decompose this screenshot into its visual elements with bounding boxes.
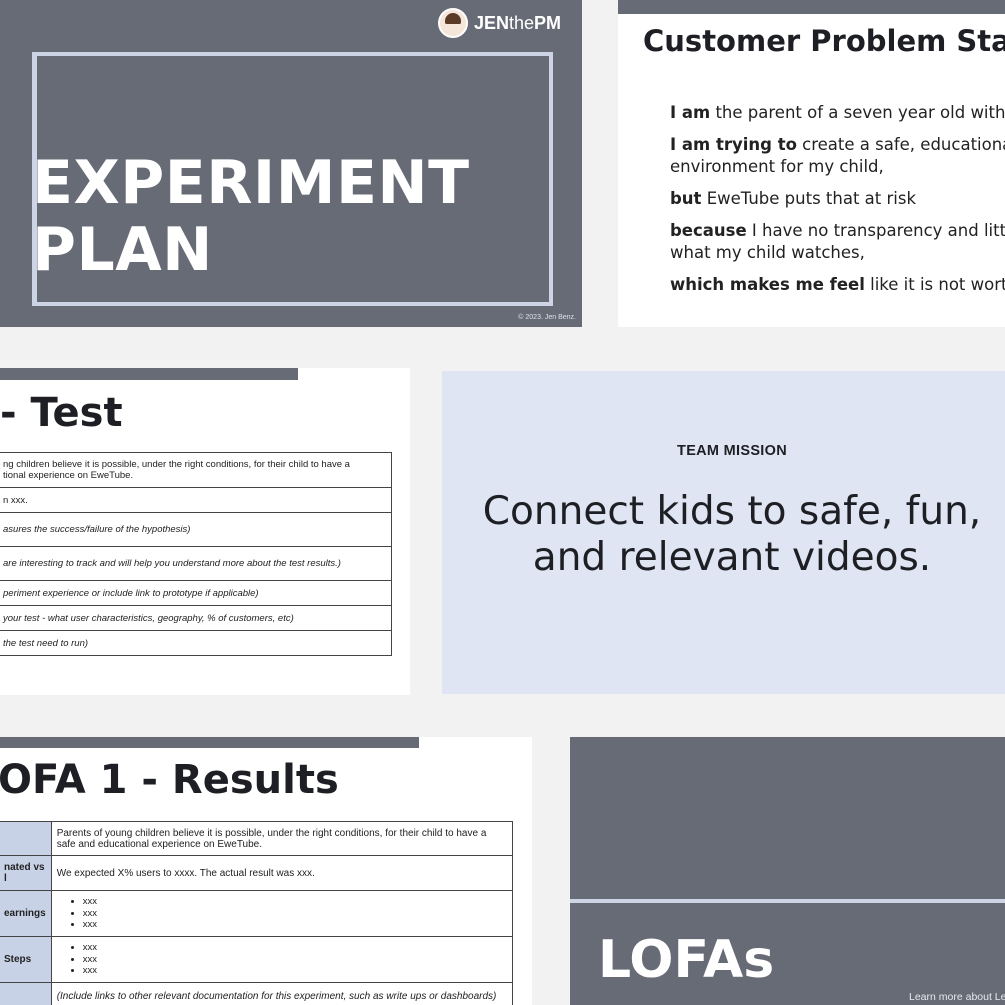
table-row: Parents of young children believe it is …: [0, 821, 514, 856]
logo-pm: PM: [534, 12, 562, 33]
team-mission-label: TEAM MISSION: [677, 443, 787, 459]
team-mission-slide[interactable]: TEAM MISSION Connect kids to safe, fun, …: [442, 371, 1005, 694]
statement-line: but EweTube puts that at risk: [670, 189, 917, 208]
table-row: ng children believe it is possible, unde…: [0, 452, 392, 488]
statement-line: because I have no transparency and littl…: [670, 221, 1005, 240]
results-table: Parents of young children believe it is …: [0, 821, 514, 1005]
statement-line: what my child watches,: [670, 243, 865, 262]
slide-header-bar: [0, 737, 419, 748]
logo-jen: JEN: [474, 12, 510, 33]
copyright-text: © 2023. Jen Benz.: [518, 314, 576, 321]
test-plan-slide[interactable]: - Test ng children believe it is possibl…: [0, 368, 410, 695]
title-line-1: EXPERIMENT: [32, 148, 470, 218]
table-row: are interesting to track and will help y…: [0, 546, 392, 581]
slide-title: OFA 1 - Results: [0, 757, 339, 803]
statement-line: I am the parent of a seven year old with…: [670, 103, 1005, 122]
divider-line: [570, 899, 1005, 903]
learn-more-link[interactable]: Learn more about Le: [909, 991, 1005, 1003]
table-row: nated vs l We expected X% users to xxxx.…: [0, 855, 514, 891]
customer-problem-statement-slide[interactable]: Customer Problem Statem I am the parent …: [618, 0, 1005, 327]
statement-line: which makes me feel like it is not worth…: [670, 275, 1005, 294]
logo-the: the: [509, 12, 535, 33]
slide-title: EXPERIMENT PLAN: [32, 150, 470, 284]
experiment-plan-slide[interactable]: JEN the PM EXPERIMENT PLAN © 2023. Jen Ben…: [0, 0, 582, 327]
jenthepm-logo: JEN the PM: [438, 8, 561, 38]
statement-line: environment for my child,: [670, 157, 884, 176]
bullet-list: xxxxxxxxx: [57, 896, 507, 931]
table-row: (Include links to other relevant documen…: [0, 982, 514, 1005]
table-row: your test - what user characteristics, g…: [0, 605, 392, 631]
avatar-icon: [438, 8, 468, 38]
slide-title: - Test: [0, 390, 123, 436]
test-plan-table: ng children believe it is possible, unde…: [0, 452, 392, 656]
table-row: asures the success/failure of the hypoth…: [0, 512, 392, 547]
mission-statement: Connect kids to safe, fun, and relevant …: [482, 489, 982, 580]
table-row: Steps xxxxxxxxx: [0, 936, 514, 983]
lofa-results-slide[interactable]: OFA 1 - Results Parents of young childre…: [0, 737, 532, 1005]
slide-header-bar: [618, 0, 1005, 14]
slide-title: LOFAs: [598, 930, 775, 990]
slide-title: Customer Problem Statem: [643, 24, 1005, 58]
statement-line: I am trying to create a safe, educationa…: [670, 135, 1005, 154]
bullet-list: xxxxxxxxx: [57, 942, 507, 977]
table-row: periment experience or include link to p…: [0, 580, 392, 606]
lofas-slide[interactable]: LOFAs Learn more about Le: [570, 737, 1005, 1005]
problem-statement-lines: I am the parent of a seven year old with…: [670, 102, 1005, 306]
table-row: earnings xxxxxxxxx: [0, 890, 514, 937]
table-row: the test need to run): [0, 630, 392, 656]
table-row: n xxx.: [0, 487, 392, 513]
title-line-2: PLAN: [32, 215, 213, 285]
slide-header-bar: [0, 368, 298, 380]
